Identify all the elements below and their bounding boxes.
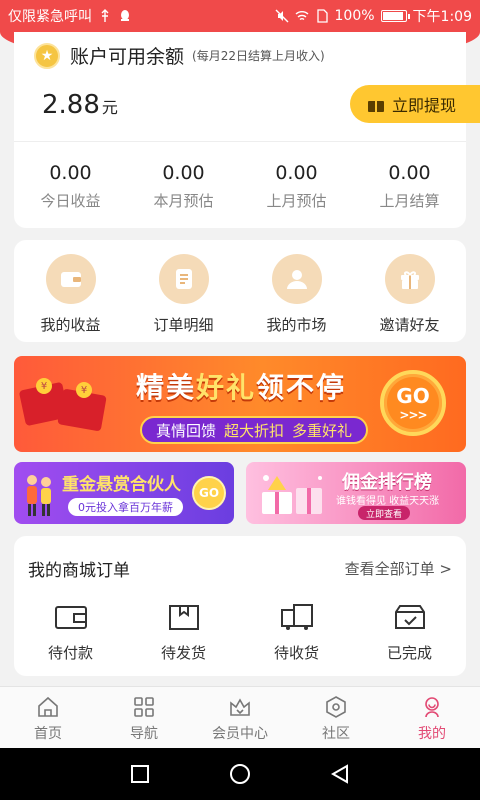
stat-this-month[interactable]: 0.00 本月预估 xyxy=(127,162,240,211)
menu-label: 我的收益 xyxy=(40,316,101,334)
carrier-text: 仅限紧急呼叫 xyxy=(8,9,92,25)
usb-icon xyxy=(101,9,109,22)
stat-today[interactable]: 0.00 今日收益 xyxy=(14,162,127,211)
sim-icon xyxy=(316,9,328,23)
box-icon xyxy=(168,605,199,630)
banner-subtitle: 真情回馈 超大折扣 多重好礼 xyxy=(140,416,369,444)
tab-home[interactable]: 首页 xyxy=(0,687,96,748)
hexagon-icon xyxy=(326,696,346,718)
quick-menu: 我的收益 订单明细 我的市场 邀请好友 xyxy=(14,240,466,342)
mute-icon xyxy=(275,9,289,23)
home-circle-icon[interactable] xyxy=(229,763,251,785)
order-status-pending-shipment[interactable]: 待发货 xyxy=(127,602,240,663)
stat-last-month-settled[interactable]: 0.00 上月结算 xyxy=(353,162,466,211)
settlement-note: (每月22日结算上月收入) xyxy=(192,49,325,63)
tab-label: 首页 xyxy=(34,726,62,742)
orders-card: 我的商城订单 查看全部订单 > 待付款 待发货 待收货 已完成 xyxy=(14,536,466,676)
gift-icon xyxy=(384,254,435,304)
menu-item-invite[interactable]: 邀请好友 xyxy=(353,240,466,342)
crown-icon xyxy=(230,698,250,716)
tab-label: 社区 xyxy=(322,726,350,742)
system-nav-bar xyxy=(0,748,480,800)
order-status-pending-receipt[interactable]: 待收货 xyxy=(240,602,353,663)
partner-go-button[interactable]: GO xyxy=(192,476,226,510)
wallet-icon xyxy=(45,254,96,304)
menu-label: 我的市场 xyxy=(266,316,327,334)
stat-label: 今日收益 xyxy=(40,192,101,210)
back-icon[interactable] xyxy=(329,763,351,785)
stat-value: 0.00 xyxy=(388,162,431,184)
order-status-label: 待发货 xyxy=(160,644,206,662)
list-icon xyxy=(158,254,209,304)
banner-go-button[interactable]: GO >>> xyxy=(380,370,446,436)
home-icon xyxy=(38,696,58,717)
gift-boxes-illustration xyxy=(262,475,322,514)
stat-label: 本月预估 xyxy=(153,192,214,210)
menu-label: 订单明细 xyxy=(153,316,214,334)
tab-community[interactable]: 社区 xyxy=(288,687,384,748)
promo-banner-ranking[interactable]: 佣金排行榜 谁钱看得见 收益天天涨 立即查看 xyxy=(246,462,466,524)
order-status-pending-payment[interactable]: 待付款 xyxy=(14,602,127,663)
view-all-orders-link[interactable]: 查看全部订单 > xyxy=(345,558,452,579)
people-illustration xyxy=(27,475,51,516)
stat-label: 上月结算 xyxy=(379,192,440,210)
balance-amount: 2.88 xyxy=(42,90,100,120)
profile-icon xyxy=(425,697,439,718)
stat-value: 0.00 xyxy=(275,162,318,184)
withdraw-button[interactable]: 立即提现 xyxy=(350,85,480,123)
partner-banner-subtitle: 0元投入拿百万年薪 xyxy=(68,498,183,516)
orders-title: 我的商城订单 xyxy=(28,561,130,581)
battery-icon xyxy=(380,10,410,22)
order-status-label: 已完成 xyxy=(386,644,432,662)
ranking-banner-title: 佣金排行榜 xyxy=(342,472,432,493)
recents-icon[interactable] xyxy=(129,763,151,785)
grid-icon xyxy=(134,697,154,717)
tab-label: 会员中心 xyxy=(212,726,268,742)
divider xyxy=(14,141,466,142)
star-icon: ★ xyxy=(34,42,60,69)
balance-title: 账户可用余额 xyxy=(70,46,185,68)
menu-item-order-details[interactable]: 订单明细 xyxy=(127,240,240,342)
battery-percent: 100% xyxy=(334,8,375,24)
withdraw-label: 立即提现 xyxy=(392,96,457,115)
tab-label: 我的 xyxy=(418,726,446,742)
promo-banner-gifts[interactable]: ¥ ¥ 精美好礼领不停 真情回馈 超大折扣 多重好礼 GO >>> xyxy=(14,356,466,452)
tab-mine[interactable]: 我的 xyxy=(384,687,480,748)
order-status-label: 待付款 xyxy=(47,644,93,662)
tab-label: 导航 xyxy=(130,726,158,742)
truck-icon xyxy=(280,604,313,630)
users-icon xyxy=(271,254,322,304)
wallet-outline-icon xyxy=(54,606,87,629)
menu-label: 邀请好友 xyxy=(379,316,440,334)
tab-member-center[interactable]: 会员中心 xyxy=(192,687,288,748)
order-status-completed[interactable]: 已完成 xyxy=(353,602,466,663)
red-envelope-illustration: ¥ ¥ xyxy=(18,378,117,438)
ranking-view-button[interactable]: 立即查看 xyxy=(358,506,411,520)
promo-banner-partner[interactable]: 重金悬赏合伙人 0元投入拿百万年薪 GO xyxy=(14,462,234,524)
banner-title: 精美好礼领不停 xyxy=(136,371,347,404)
done-box-icon xyxy=(394,605,425,629)
clock: 下午1:09 xyxy=(412,9,472,25)
stat-last-month-estimate[interactable]: 0.00 上月预估 xyxy=(240,162,353,211)
stat-value: 0.00 xyxy=(162,162,205,184)
ranking-banner-subtitle: 谁钱看得见 收益天天涨 xyxy=(336,496,440,507)
balance-card: ★ 账户可用余额 (每月22日结算上月收入) 2.88 元 立即提现 0.00 … xyxy=(14,32,480,228)
bottom-nav: 首页 导航 会员中心 社区 我的 xyxy=(0,686,480,748)
gift-icon xyxy=(368,96,384,112)
balance-unit: 元 xyxy=(101,98,118,117)
tab-navigation[interactable]: 导航 xyxy=(96,687,192,748)
status-bar: 仅限紧急呼叫 100% 下午1:09 xyxy=(0,0,480,32)
order-status-label: 待收货 xyxy=(273,644,319,662)
wifi-icon xyxy=(295,11,308,21)
menu-item-earnings[interactable]: 我的收益 xyxy=(14,240,127,342)
earnings-stats: 0.00 今日收益 0.00 本月预估 0.00 上月预估 0.00 上月结算 xyxy=(14,162,466,211)
menu-item-market[interactable]: 我的市场 xyxy=(240,240,353,342)
stat-value: 0.00 xyxy=(49,162,92,184)
qq-icon xyxy=(121,10,129,21)
partner-banner-title: 重金悬赏合伙人 xyxy=(62,475,181,495)
stat-label: 上月预估 xyxy=(266,192,327,210)
